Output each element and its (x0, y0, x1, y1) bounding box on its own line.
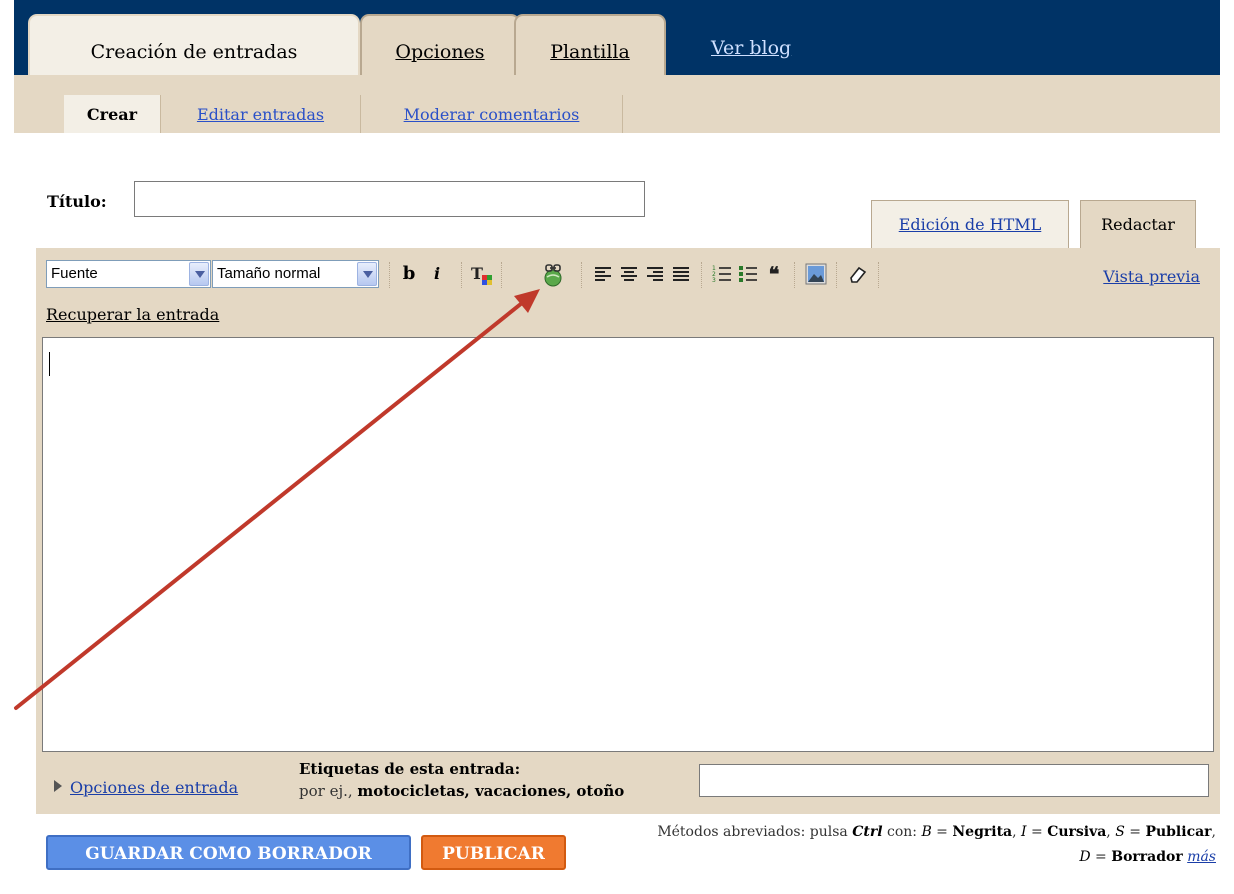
shortcuts-intro: Métodos abreviados: pulsa (657, 824, 853, 840)
tab-label: Opciones (395, 41, 485, 63)
link-globe-icon (544, 264, 562, 287)
text-color-button[interactable]: T (468, 260, 496, 290)
size-select-value: Tamaño normal (217, 265, 321, 282)
shortcut-b-action: Negrita (952, 824, 1013, 840)
toolbar-divider (836, 262, 837, 288)
title-input[interactable] (134, 181, 645, 217)
tab-plantilla[interactable]: Plantilla (514, 14, 666, 75)
text-caret (49, 352, 50, 376)
toolbar-divider (501, 262, 502, 288)
remove-format-button[interactable] (844, 260, 872, 290)
align-center-icon (621, 267, 637, 281)
size-select[interactable]: Tamaño normal (212, 260, 379, 288)
insert-link-button[interactable] (538, 260, 568, 290)
shortcut-s-key: S (1115, 824, 1125, 840)
svg-text:3: 3 (712, 277, 716, 284)
shortcut-d-key: D (1079, 849, 1091, 865)
right-gutter (1220, 0, 1234, 894)
numbered-list-button[interactable]: 123 (710, 260, 734, 290)
insert-image-button[interactable] (802, 260, 830, 290)
bold-button[interactable]: b (396, 260, 422, 290)
recover-post-link[interactable]: Recuperar la entrada (46, 305, 219, 324)
blockquote-button[interactable]: ❝ (762, 260, 786, 290)
shortcut-i-action: Cursiva (1047, 824, 1107, 840)
title-label: Título: (47, 192, 107, 211)
labels-hint: por ej., motocicletas, vacaciones, otoño (299, 782, 624, 800)
tab-label: Plantilla (550, 41, 630, 63)
sub-nav-bar: Crear Editar entradas Moderar comentario… (14, 75, 1220, 133)
tab-opciones[interactable]: Opciones (360, 14, 520, 75)
image-icon (805, 263, 827, 285)
preview-link[interactable]: Vista previa (1103, 267, 1200, 286)
shortcut-b-key: B (921, 824, 932, 840)
align-right-button[interactable] (643, 260, 667, 290)
font-select[interactable]: Fuente (46, 260, 211, 288)
sub-nav: Crear Editar entradas Moderar comentario… (14, 75, 1220, 135)
numbered-list-icon: 123 (712, 265, 731, 284)
shortcut-i-key: I (1021, 824, 1027, 840)
left-gutter (0, 0, 14, 894)
post-options-toggle[interactable]: Opciones de entrada (54, 778, 238, 797)
bullet-list-icon (739, 266, 757, 282)
toolbar-divider (389, 262, 390, 288)
align-center-button[interactable] (617, 260, 641, 290)
tab-creacion-de-entradas[interactable]: Creación de entradas (28, 14, 360, 75)
post-body-editor[interactable] (42, 337, 1214, 752)
subtab-editar-entradas[interactable]: Editar entradas (160, 95, 360, 133)
post-options-link: Opciones de entrada (70, 778, 239, 797)
subtab-divider (622, 95, 623, 133)
shortcut-s-action: Publicar (1145, 824, 1212, 840)
save-draft-button[interactable]: GUARDAR COMO BORRADOR (46, 835, 411, 870)
tab-html-edit[interactable]: Edición de HTML (871, 200, 1069, 250)
publish-button[interactable]: PUBLICAR (421, 835, 566, 870)
top-nav-bar: Creación de entradas Opciones Plantilla … (14, 0, 1220, 75)
eraser-icon (850, 266, 867, 283)
shortcuts-con: con: (882, 824, 922, 840)
toolbar-divider (461, 262, 462, 288)
toolbar-divider (581, 262, 582, 288)
shortcut-ctrl: Ctrl (852, 824, 883, 840)
subtab-crear[interactable]: Crear (64, 95, 160, 133)
toolbar-divider (878, 262, 879, 288)
align-right-icon (647, 267, 663, 281)
align-justify-icon (673, 267, 689, 281)
quote-icon: ❝ (768, 262, 780, 286)
expand-triangle-icon (54, 780, 62, 792)
align-justify-button[interactable] (669, 260, 693, 290)
editor-panel: Fuente Tamaño normal b i T 1 2 3 ❝ Vista… (36, 248, 1220, 814)
align-left-icon (595, 267, 611, 281)
italic-button[interactable]: i (426, 260, 448, 290)
editor-toolbar: Fuente Tamaño normal b i T 1 2 3 ❝ Vista… (46, 260, 1206, 294)
svg-text:T: T (471, 264, 483, 283)
labels-title: Etiquetas de esta entrada: (299, 760, 521, 778)
bullet-list-button[interactable] (736, 260, 760, 290)
font-select-value: Fuente (51, 265, 98, 282)
subtab-moderar-comentarios[interactable]: Moderar comentarios (360, 95, 622, 133)
labels-input[interactable] (699, 764, 1209, 797)
align-left-button[interactable] (591, 260, 615, 290)
labels-hint-examples: motocicletas, vacaciones, otoño (357, 782, 625, 800)
tab-label: Creación de entradas (90, 41, 298, 63)
toolbar-divider (701, 262, 702, 288)
more-shortcuts-link[interactable]: más (1187, 849, 1216, 865)
view-blog-link[interactable]: Ver blog (711, 37, 791, 59)
keyboard-shortcuts-hint: Métodos abreviados: pulsa Ctrl con: B = … (657, 824, 1216, 865)
tab-compose[interactable]: Redactar (1080, 200, 1196, 250)
labels-hint-prefix: por ej., (299, 782, 358, 800)
shortcut-d-action: Borrador (1111, 849, 1183, 865)
toolbar-divider (794, 262, 795, 288)
text-color-icon: T (471, 264, 492, 285)
chevron-down-icon (189, 262, 209, 286)
chevron-down-icon (357, 262, 377, 286)
